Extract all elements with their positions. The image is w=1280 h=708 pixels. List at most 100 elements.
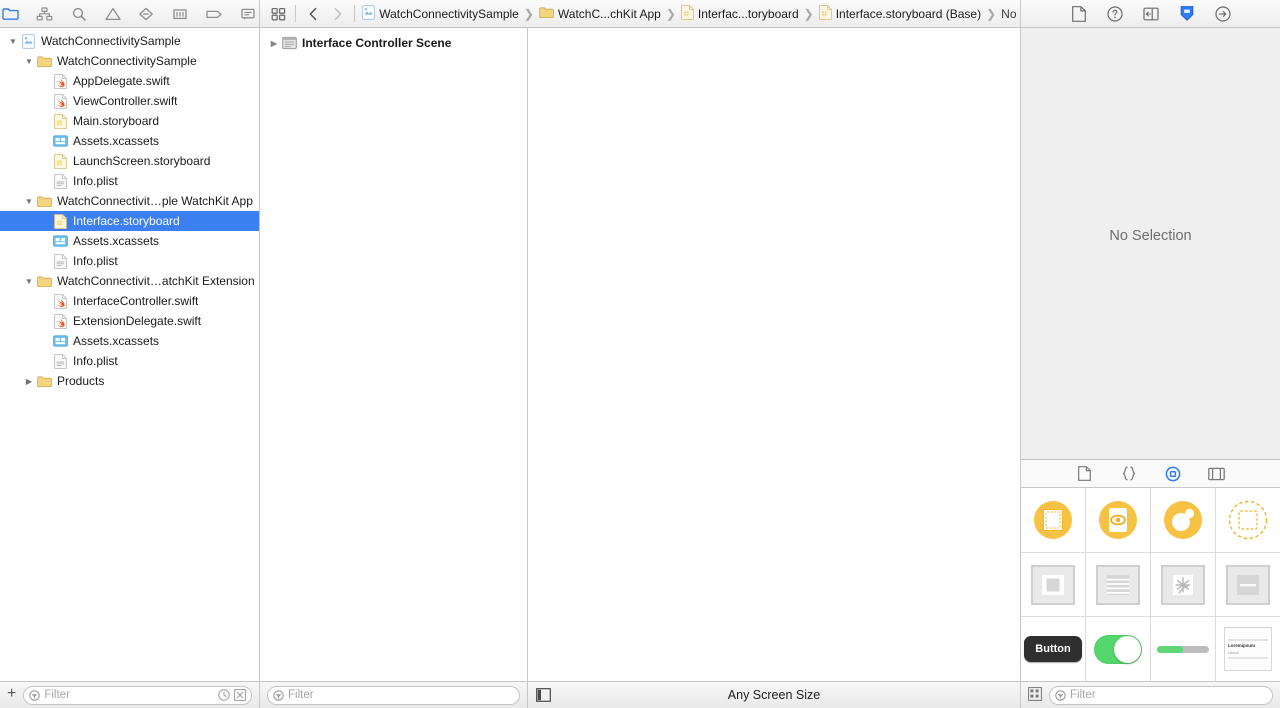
- library-row: Button Loremipsum Libero: [1021, 617, 1280, 682]
- outline-row[interactable]: ▶ Interface Controller Scene: [260, 33, 527, 53]
- library-filter-placeholder: Filter: [1070, 689, 1096, 701]
- tree-row-label: WatchConnectivitySample: [41, 34, 181, 48]
- tree-row[interactable]: AppDelegate.swift: [0, 71, 259, 91]
- related-items-button[interactable]: [266, 1, 290, 27]
- button-object[interactable]: Button: [1021, 617, 1086, 682]
- outline-filter-field[interactable]: Filter: [267, 685, 520, 705]
- separator-object[interactable]: [1216, 553, 1280, 617]
- library-filter-field[interactable]: Filter: [1049, 685, 1273, 705]
- switch-icon: [1094, 634, 1142, 664]
- tree-row-label: Assets.xcassets: [73, 134, 160, 148]
- tree-row[interactable]: ▼ WatchConnectivitySample: [0, 31, 259, 51]
- toggle-document-outline-button[interactable]: [528, 688, 559, 702]
- hide-utilities-button[interactable]: [1213, 4, 1233, 24]
- editor-canvas-area: Interface Controller 10:09 UP LEFT RIGHT…: [528, 28, 1020, 708]
- filter-status-icon[interactable]: [234, 689, 246, 701]
- disclosure-open-icon[interactable]: ▼: [6, 37, 20, 46]
- image-icon: [1161, 564, 1205, 605]
- jumpbar-divider-2: [354, 5, 356, 22]
- version-editor-button[interactable]: [1177, 4, 1197, 24]
- grid-view-icon[interactable]: [1028, 686, 1042, 704]
- tree-row[interactable]: LaunchScreen.storyboard: [0, 151, 259, 171]
- breadcrumb-item-project[interactable]: WatchConnectivitySample: [360, 4, 521, 23]
- image-object[interactable]: [1151, 552, 1216, 617]
- canvas-footer: Any Screen Size: [528, 681, 1020, 708]
- tree-row[interactable]: Assets.xcassets: [0, 231, 259, 251]
- forward-button[interactable]: [325, 1, 349, 27]
- separator-icon: [1226, 564, 1270, 605]
- clock-icon[interactable]: [218, 689, 230, 701]
- filter-icon: [273, 689, 284, 701]
- disclosure-open-icon[interactable]: ▼: [22, 57, 36, 66]
- interface-controller-object[interactable]: [1021, 488, 1086, 552]
- document-outline-tree[interactable]: ▶ Interface Controller Scene: [260, 28, 527, 681]
- tree-row[interactable]: Info.plist: [0, 251, 259, 271]
- breadcrumb-chevron: ❯: [665, 6, 676, 21]
- debug-navigator-icon[interactable]: [169, 4, 191, 24]
- filter-icon: [29, 689, 41, 701]
- file-template-library-tab[interactable]: [1074, 464, 1096, 484]
- table-icon: [1096, 564, 1140, 605]
- switch-knob: [1114, 635, 1141, 663]
- help-button[interactable]: [1105, 4, 1125, 24]
- project-navigator-icon[interactable]: [0, 4, 22, 24]
- breadcrumb-label: No Selection: [1001, 6, 1020, 21]
- tree-row[interactable]: ▶ Products: [0, 371, 259, 391]
- report-navigator-icon[interactable]: [237, 4, 259, 24]
- folder-icon: [36, 55, 53, 68]
- placeholder-object[interactable]: [1216, 488, 1280, 552]
- project-icon: [20, 33, 37, 49]
- object-library-tab[interactable]: [1162, 464, 1184, 484]
- tree-row-label: Products: [57, 374, 105, 388]
- glance-interface-controller-object[interactable]: [1086, 488, 1151, 552]
- project-tree[interactable]: ▼ WatchConnectivitySample ▼ WatchConnectivi…: [0, 28, 259, 681]
- label-object[interactable]: Loremipsum Libero: [1216, 617, 1280, 681]
- slider-icon: [1157, 645, 1209, 653]
- swift-icon: [52, 93, 69, 109]
- group-object[interactable]: [1021, 552, 1086, 617]
- tree-row[interactable]: ViewController.swift: [0, 91, 259, 111]
- standard-editor-button[interactable]: [1069, 4, 1089, 24]
- code-snippet-library-tab[interactable]: [1118, 464, 1140, 484]
- tree-row[interactable]: Assets.xcassets: [0, 331, 259, 351]
- disclosure-open-icon[interactable]: ▼: [22, 197, 36, 206]
- breadcrumb-item-target[interactable]: WatchC...chKit App: [537, 6, 663, 22]
- notification-interface-controller-object[interactable]: [1151, 488, 1216, 552]
- switch-object[interactable]: [1086, 617, 1151, 682]
- assistant-editor-button[interactable]: [1141, 4, 1161, 24]
- breadcrumb-item-base[interactable]: Interface.storyboard (Base): [817, 4, 983, 23]
- symbol-navigator-icon[interactable]: [68, 4, 90, 24]
- disclosure-closed-icon[interactable]: ▶: [267, 39, 281, 48]
- tree-row[interactable]: Info.plist: [0, 171, 259, 191]
- tree-row[interactable]: ExtensionDelegate.swift: [0, 311, 259, 331]
- storyboard-icon: [681, 4, 694, 23]
- tree-row[interactable]: InterfaceController.swift: [0, 291, 259, 311]
- breadcrumb-item-file[interactable]: Interfac...toryboard: [679, 4, 801, 23]
- issue-navigator-icon[interactable]: [102, 4, 124, 24]
- add-file-button[interactable]: +: [7, 686, 16, 704]
- editor-toolbar: [1020, 0, 1280, 27]
- breadcrumb-item-selection[interactable]: No Selection: [999, 7, 1020, 21]
- screen-size-label: Any Screen Size: [727, 688, 821, 702]
- tree-row[interactable]: ▼ WatchConnectivit…atchKit Extension: [0, 271, 259, 291]
- tree-row[interactable]: ▼ WatchConnectivitySample: [0, 51, 259, 71]
- disclosure-closed-icon[interactable]: ▶: [22, 377, 36, 386]
- swift-icon: [52, 313, 69, 329]
- label-object-subtitle: Libero: [1228, 650, 1240, 656]
- tree-row[interactable]: Assets.xcassets: [0, 131, 259, 151]
- table-object[interactable]: [1086, 552, 1151, 617]
- tree-row[interactable]: ▼ WatchConnectivit…ple WatchKit App: [0, 191, 259, 211]
- tree-row[interactable]: Info.plist: [0, 351, 259, 371]
- breakpoint-navigator-icon[interactable]: [203, 4, 225, 24]
- media-library-tab[interactable]: [1206, 464, 1228, 484]
- storyboard-canvas[interactable]: Interface Controller 10:09 UP LEFT RIGHT…: [528, 28, 1020, 681]
- slider-object[interactable]: [1151, 617, 1216, 682]
- tree-row[interactable]: Main.storyboard: [0, 111, 259, 131]
- disclosure-open-icon[interactable]: ▼: [22, 277, 36, 286]
- tree-row[interactable]: Interface.storyboard: [0, 211, 259, 231]
- back-button[interactable]: [301, 1, 325, 27]
- source-control-navigator-icon[interactable]: [34, 4, 56, 24]
- scene-icon: [281, 36, 298, 50]
- test-navigator-icon[interactable]: [136, 4, 158, 24]
- navigator-filter-field[interactable]: Filter: [23, 685, 252, 705]
